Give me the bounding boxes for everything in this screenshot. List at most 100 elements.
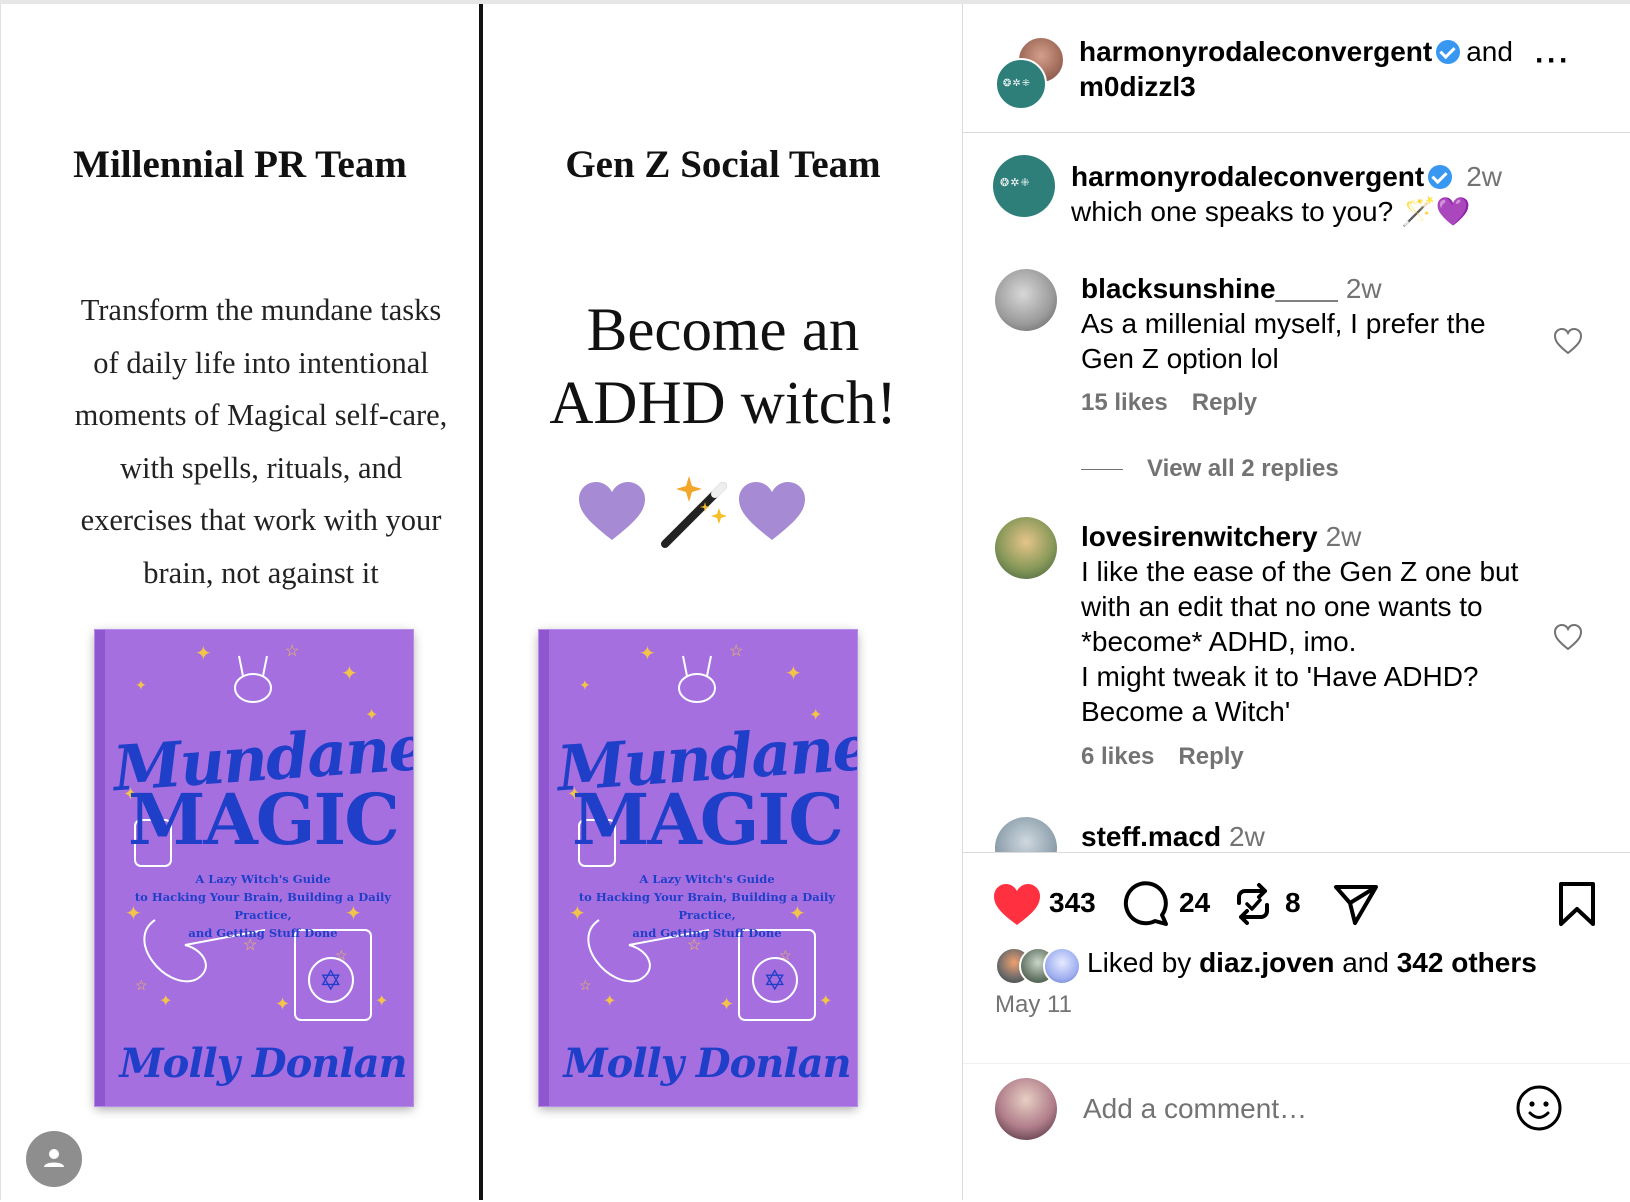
comment-line: *become* ADHD, imo. <box>1081 626 1357 657</box>
action-bar: 343 24 8 <box>993 879 1603 929</box>
comment-meta: 15 likes Reply <box>1081 389 1281 417</box>
millennial-heading: Millennial PR Team <box>73 143 407 186</box>
avatar[interactable]: ❂✲⁜ <box>995 58 1047 110</box>
svg-text:✦: ✦ <box>375 993 388 1010</box>
liked-by-and: and <box>1342 947 1389 978</box>
caption-username[interactable]: harmonyrodaleconvergent <box>1071 161 1424 192</box>
svg-text:✦: ✦ <box>639 643 656 665</box>
liked-by-user[interactable]: diaz.joven <box>1199 947 1334 978</box>
view-replies-button[interactable]: View all 2 replies <box>1081 455 1339 483</box>
svg-text:☆: ☆ <box>135 977 148 993</box>
send-icon <box>1334 885 1378 925</box>
book-author: Molly Donlan <box>119 1040 407 1087</box>
svg-text:✦: ✦ <box>819 993 832 1010</box>
caption-text-block: harmonyrodaleconvergent 2w which one spea… <box>1071 159 1611 229</box>
add-comment-row <box>963 1063 1630 1202</box>
post-actions: 343 24 8 Liked by diaz.joven and 342 oth… <box>963 852 1630 1201</box>
svg-text:✦: ✦ <box>135 677 147 693</box>
svg-text:✡: ✡ <box>763 965 786 996</box>
header-joiner: and <box>1466 36 1513 67</box>
like-comment-heart-icon[interactable] <box>1553 623 1583 653</box>
reply-button[interactable]: Reply <box>1178 743 1243 770</box>
comment-time: 2w <box>1229 821 1265 852</box>
comment-username[interactable]: blacksunshine____ <box>1081 273 1338 304</box>
magic-wand-icon <box>661 476 727 548</box>
subtitle-line: to Hacking Your Brain, Building a Daily … <box>134 890 392 922</box>
body-line: Transform the mundane tasks <box>80 293 442 327</box>
comment-text-block: blacksunshine____ 2w As a millenial mysel… <box>1081 271 1551 376</box>
comment-meta: 6 likes Reply <box>1081 743 1268 771</box>
comment-text-block: steff.macd 2w <box>1081 819 1551 853</box>
body-line: brain, not against it <box>143 555 379 590</box>
purple-heart-icon <box>739 482 805 540</box>
comment-text-block: lovesirenwitchery 2w I like the ease of t… <box>1081 519 1551 729</box>
book-author: Molly Donlan <box>563 1040 851 1087</box>
avatar[interactable] <box>995 817 1057 853</box>
comment-time: 2w <box>1325 521 1362 552</box>
subtitle-line: and Getting Stuff Done <box>188 926 338 940</box>
avatar[interactable] <box>995 517 1057 579</box>
comment-time: 2w <box>1345 273 1382 304</box>
more-options-button[interactable]: ··· <box>1535 44 1571 78</box>
big-line: Become an <box>586 297 860 364</box>
view-replies-label: View all 2 replies <box>1147 455 1339 482</box>
emoji-row <box>485 476 961 562</box>
comment-username[interactable]: lovesirenwitchery <box>1081 521 1318 552</box>
svg-text:✦: ✦ <box>785 663 802 685</box>
book-decoration: ✦ ☆ ✦✦ ✦✦ ✦✦ ☆☆ ☆✦ ✦ ✦ ✡ <box>567 643 832 1021</box>
svg-text:✦: ✦ <box>579 677 591 693</box>
repost-icon <box>1237 883 1269 925</box>
svg-text:☆: ☆ <box>729 643 743 660</box>
comment-username[interactable]: steff.macd <box>1081 821 1221 852</box>
liked-by-others[interactable]: 342 others <box>1397 947 1537 978</box>
like-comment-heart-icon[interactable] <box>1553 327 1583 357</box>
comment-input[interactable] <box>1081 1092 1485 1126</box>
post-date[interactable]: May 11 <box>995 991 1072 1019</box>
comment-count[interactable]: 24 <box>1179 887 1210 919</box>
tagged-users-button[interactable] <box>26 1131 82 1187</box>
header-username-1[interactable]: harmonyrodaleconvergent <box>1079 36 1432 67</box>
verified-badge-icon <box>1436 40 1461 64</box>
heart-filled-icon <box>994 884 1040 925</box>
avatar[interactable] <box>995 269 1057 331</box>
comment-line: As a millenial myself, I prefer the <box>1081 308 1486 339</box>
purple-heart-icon <box>579 482 645 540</box>
panel-divider <box>479 4 483 1200</box>
avatar[interactable]: ❂✲⁜ <box>993 155 1055 217</box>
post-image[interactable]: Millennial PR Team Transform the mundane… <box>0 4 961 1200</box>
big-line: ADHD witch! <box>549 370 897 437</box>
comment-line: I might tweak it to 'Have ADHD? <box>1081 661 1479 692</box>
book-subtitle: A Lazy Witch's Guide to Hacking Your Bra… <box>557 870 857 942</box>
book-cover: ✦ ☆ ✦ ✦ ✦ ✦ ✦ ✦ ☆ ☆ ☆ ✦ ✦ ✦ ✡ Mundane MA… <box>95 630 413 1106</box>
liked-by-text: Liked by diaz.joven and 342 others <box>1087 947 1537 979</box>
replies-line <box>1081 469 1123 471</box>
svg-text:✦: ✦ <box>719 994 734 1014</box>
more-horizontal-icon: ··· <box>1535 44 1571 77</box>
genz-body: Become an ADHD witch! <box>485 294 961 440</box>
subtitle-line: A Lazy Witch's Guide <box>195 872 331 886</box>
liked-by-avatars[interactable] <box>995 945 1085 985</box>
comment-line: with an edit that no one wants to <box>1081 591 1483 622</box>
genz-panel: Gen Z Social Team Become an ADHD witch! <box>485 4 961 1200</box>
millennial-body: Transform the mundane tasks of daily lif… <box>61 284 461 599</box>
svg-text:✦: ✦ <box>275 994 290 1014</box>
collab-avatars[interactable]: ❂✲⁜ <box>995 36 1065 110</box>
comment-likes[interactable]: 15 likes <box>1081 389 1168 416</box>
emoji-icon[interactable] <box>1515 1084 1563 1132</box>
liked-by-prefix: Liked by <box>1087 947 1192 978</box>
book-subtitle: A Lazy Witch's Guide to Hacking Your Bra… <box>113 870 413 942</box>
comment-likes[interactable]: 6 likes <box>1081 743 1154 770</box>
svg-text:✦: ✦ <box>195 643 212 665</box>
svg-text:☆: ☆ <box>579 977 592 993</box>
body-line: exercises that work with your <box>80 503 442 537</box>
avatar <box>995 1078 1057 1140</box>
caption-time: 2w <box>1466 161 1502 192</box>
comments-list[interactable]: ❂✲⁜ harmonyrodaleconvergent 2w which one … <box>963 133 1630 853</box>
reply-button[interactable]: Reply <box>1192 389 1257 416</box>
header-username-2[interactable]: m0dizzl3 <box>1079 71 1196 102</box>
like-count[interactable]: 343 <box>1049 887 1096 919</box>
repost-count[interactable]: 8 <box>1285 887 1301 919</box>
post-sidebar: ❂✲⁜ harmonyrodaleconvergent and m0dizzl3 … <box>962 4 1630 1201</box>
millennial-panel: Millennial PR Team Transform the mundane… <box>1 4 479 1200</box>
comment-line: Become a Witch' <box>1081 696 1291 727</box>
